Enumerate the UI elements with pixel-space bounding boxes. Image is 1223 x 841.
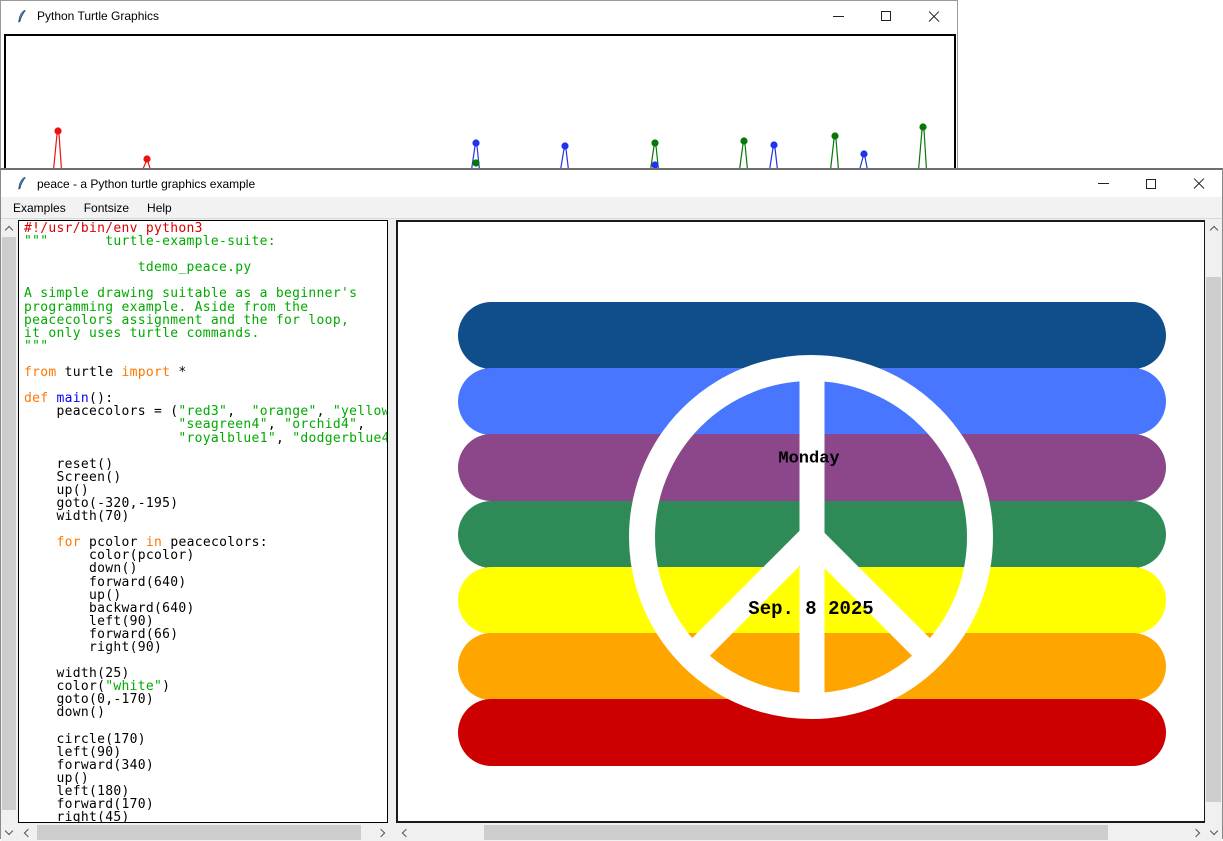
minimize-button[interactable]: [1096, 177, 1110, 191]
code-line: right(45): [24, 811, 387, 823]
code-line: right(90): [24, 641, 387, 654]
turtle-figures: [6, 36, 954, 173]
menu-bar: Examples Fontsize Help: [1, 197, 1222, 219]
scrollbar-thumb[interactable]: [37, 825, 361, 840]
background-window-title: Python Turtle Graphics: [37, 9, 159, 23]
code-line: tdemo_peace.py: [24, 261, 387, 274]
code-horizontal-scrollbar[interactable]: [18, 824, 391, 841]
canvas-vertical-scrollbar[interactable]: [1205, 220, 1222, 841]
code-line: "royalblue1", "dodgerblue4"): [24, 432, 387, 445]
chevron-left-icon: [24, 828, 32, 836]
menu-item-help[interactable]: Help: [145, 199, 174, 217]
background-window-controls: [831, 1, 941, 31]
code-text[interactable]: #!/usr/bin/env python3""" turtle-example…: [18, 220, 388, 823]
peace-drawing-canvas: Monday Sep. 8 2025: [396, 220, 1206, 823]
code-line: """ turtle-example-suite:: [24, 235, 387, 248]
chevron-down-icon: [5, 827, 13, 835]
window-content: #!/usr/bin/env python3""" turtle-example…: [1, 220, 1222, 841]
code-line: down(): [24, 706, 387, 719]
scroll-left-button[interactable]: [18, 824, 35, 841]
code-vertical-scrollbar[interactable]: [1, 220, 17, 841]
peace-right-diagonal: [811, 537, 931, 657]
scrollbar-thumb[interactable]: [1206, 277, 1221, 802]
minimize-icon: [833, 16, 844, 17]
scroll-left-button[interactable]: [396, 824, 413, 841]
turtle-figure: [54, 127, 62, 170]
peace-left-diagonal: [691, 537, 811, 657]
minimize-button[interactable]: [831, 9, 845, 23]
turtle-graphics-canvas: [4, 34, 956, 173]
maximize-button[interactable]: [879, 9, 893, 23]
close-icon: [928, 10, 940, 22]
desktop: { "background_window": { "title": "Pytho…: [0, 0, 1223, 839]
chevron-up-icon: [5, 226, 13, 234]
turtle-figure: [831, 132, 839, 170]
close-icon: [1193, 178, 1205, 190]
scroll-right-button[interactable]: [1189, 824, 1206, 841]
code-line: """: [24, 340, 387, 353]
code-line: from turtle import *: [24, 366, 387, 379]
canvas-label-monday: Monday: [778, 450, 839, 469]
menu-item-fontsize[interactable]: Fontsize: [82, 199, 131, 217]
maximize-button[interactable]: [1144, 177, 1158, 191]
maximize-icon: [1146, 179, 1156, 189]
scroll-down-button[interactable]: [1, 824, 17, 841]
maximize-icon: [881, 11, 891, 21]
chevron-up-icon: [1209, 226, 1217, 234]
scroll-up-button[interactable]: [1, 220, 17, 237]
scroll-down-button[interactable]: [1205, 824, 1222, 841]
peace-window: peace - a Python turtle graphics example…: [0, 168, 1223, 839]
code-line: it only uses turtle commands.: [24, 327, 387, 340]
python-feather-icon: [15, 176, 29, 191]
close-button[interactable]: [1192, 177, 1206, 191]
close-button[interactable]: [927, 9, 941, 23]
minimize-icon: [1098, 183, 1109, 184]
python-feather-icon: [15, 9, 29, 24]
menu-item-examples[interactable]: Examples: [11, 199, 68, 217]
peace-window-controls: [1096, 170, 1206, 197]
scrollbar-thumb[interactable]: [484, 825, 1108, 840]
chevron-left-icon: [402, 828, 410, 836]
chevron-down-icon: [1209, 827, 1217, 835]
turtle-figure: [770, 141, 778, 170]
canvas-label-sep-8-2025: Sep. 8 2025: [748, 598, 873, 620]
turtle-figure: [472, 159, 479, 166]
background-window: Python Turtle Graphics: [0, 0, 958, 172]
code-line: width(70): [24, 510, 387, 523]
peace-window-titlebar[interactable]: peace - a Python turtle graphics example: [1, 170, 1222, 197]
scroll-right-button[interactable]: [374, 824, 391, 841]
background-window-titlebar[interactable]: Python Turtle Graphics: [1, 1, 957, 31]
scroll-up-button[interactable]: [1205, 220, 1222, 237]
turtle-figure: [561, 142, 569, 170]
peace-window-title: peace - a Python turtle graphics example: [37, 177, 255, 191]
chevron-right-icon: [1192, 828, 1200, 836]
scrollbar-thumb[interactable]: [2, 237, 16, 810]
canvas-horizontal-scrollbar[interactable]: [396, 824, 1206, 841]
turtle-figure: [740, 137, 748, 170]
chevron-right-icon: [377, 828, 385, 836]
turtle-figure: [919, 123, 927, 170]
peace-symbol: [398, 222, 1204, 821]
